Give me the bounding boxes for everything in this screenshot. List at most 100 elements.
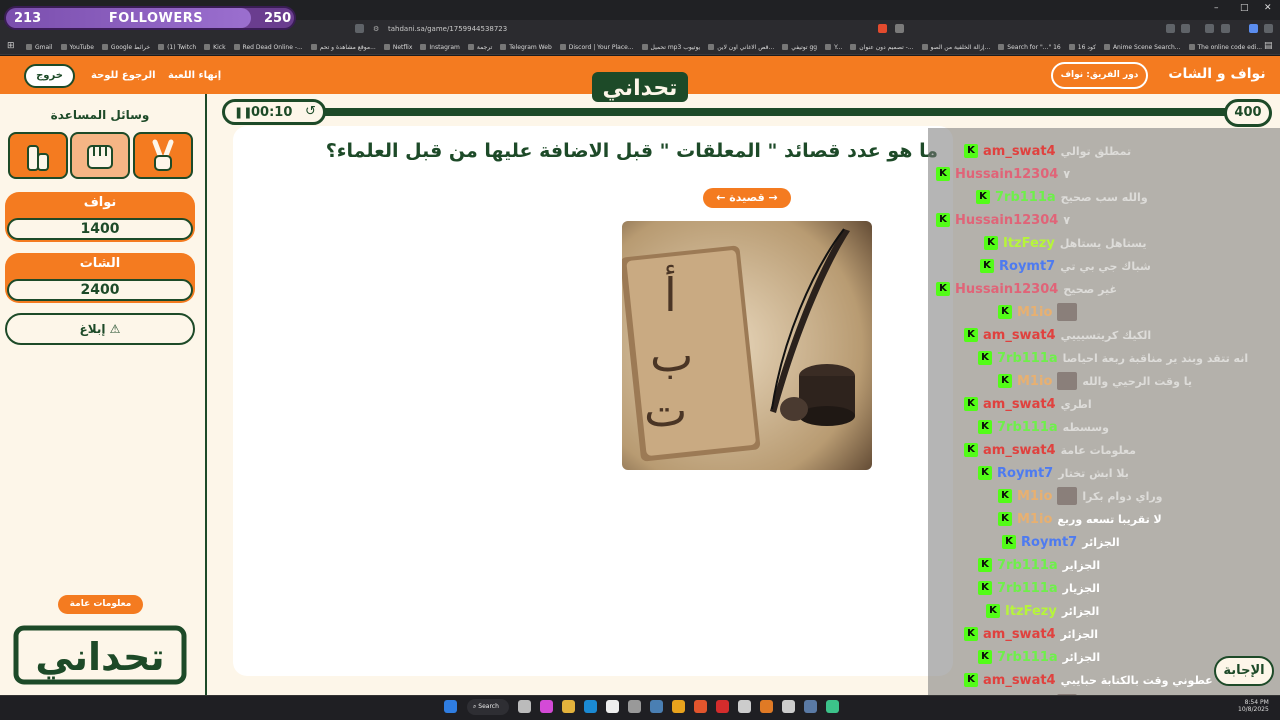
windows-start-icon[interactable]	[444, 700, 457, 713]
minimize-icon[interactable]: –	[1214, 3, 1219, 13]
bookmark-item[interactable]: قص الاغاني اون لاين...	[708, 44, 774, 51]
copilot-icon[interactable]	[540, 700, 553, 713]
chat-username[interactable]: 7rb111a	[997, 420, 1058, 435]
app-icon[interactable]	[716, 700, 729, 713]
help-tool-used[interactable]	[70, 132, 130, 179]
brave-icon[interactable]	[694, 700, 707, 713]
bookmark-item[interactable]: ترجمة	[467, 44, 492, 51]
chat-username[interactable]: am_swat4	[983, 443, 1056, 458]
bookmark-item[interactable]: Y...	[825, 44, 842, 51]
chat-username[interactable]: 7rb111a	[997, 650, 1058, 665]
help-tool-double-answer[interactable]	[133, 132, 193, 179]
bookmark-item[interactable]: Red Dead Online -...	[233, 44, 303, 51]
extension-icon[interactable]	[1166, 24, 1175, 33]
bookmark-item[interactable]: إزالة الخلفية من الصو...	[921, 44, 990, 51]
edge-icon[interactable]	[584, 700, 597, 713]
chat-emote-icon	[1057, 303, 1078, 321]
chat-username[interactable]: Roymt7	[997, 466, 1053, 481]
bookmark-item[interactable]: YouTube	[60, 44, 94, 51]
chat-username[interactable]: am_swat4	[983, 397, 1056, 412]
app-icon[interactable]	[804, 700, 817, 713]
rewards-icon[interactable]	[895, 24, 904, 33]
chat-username[interactable]: M1io	[1017, 512, 1052, 527]
chat-username[interactable]: 7rb111a	[995, 190, 1056, 205]
chat-username[interactable]: Hussain12304	[955, 282, 1058, 297]
taskbar-search[interactable]: ⌕ Search	[467, 699, 509, 715]
chat-username[interactable]: Roymt7	[999, 259, 1055, 274]
chat-username[interactable]: ItzFezy	[1005, 604, 1057, 619]
system-clock[interactable]: 8:54 PM 10/8/2025	[1238, 699, 1269, 713]
chat-message: K ItzFezy يستاهل يستاهل	[984, 234, 1146, 252]
chat-username[interactable]: M1io	[1017, 374, 1052, 389]
wallet-icon[interactable]	[1221, 24, 1230, 33]
maximize-icon[interactable]: □	[1240, 3, 1249, 13]
help-tool-call-friend[interactable]	[8, 132, 68, 179]
kick-badge-icon: K	[998, 512, 1012, 526]
bookmark-item[interactable]: موقع مشاهدة و تحم...	[310, 44, 376, 51]
obs-icon[interactable]	[738, 700, 751, 713]
app-icon[interactable]	[782, 700, 795, 713]
chat-message: K M1io لا تقريبا تسعه وربع	[998, 510, 1162, 528]
menu-icon[interactable]	[1264, 24, 1273, 33]
file-explorer-icon[interactable]	[562, 700, 575, 713]
all-bookmarks-icon[interactable]: ▤	[1264, 41, 1273, 51]
app-icon[interactable]	[826, 700, 839, 713]
url-text[interactable]: tahdani.sa/game/1759944538723	[388, 25, 507, 33]
bookmark-item[interactable]: Gmail	[26, 44, 53, 51]
chat-username[interactable]: am_swat4	[983, 328, 1056, 343]
bookmark-item[interactable]: The online code edi...	[1188, 44, 1262, 51]
report-button[interactable]: إبلاغ ⚠	[5, 313, 195, 345]
close-icon[interactable]: ✕	[1264, 3, 1272, 13]
back-to-board-button[interactable]: الرجوع للوحة	[91, 70, 156, 81]
bookmark-item[interactable]: Search for "..." 16	[998, 44, 1061, 51]
kick-badge-icon: K	[978, 420, 992, 434]
bookmark-item[interactable]: Telegram Web	[500, 44, 552, 51]
chat-username[interactable]: 7rb111a	[997, 581, 1058, 596]
end-game-button[interactable]: إنهاء اللعبة	[168, 70, 221, 81]
brave-shield-icon[interactable]	[878, 24, 887, 33]
call-hand-icon	[27, 144, 49, 171]
exit-button[interactable]: خروج	[24, 64, 75, 88]
reset-timer-icon[interactable]: ↺	[305, 104, 316, 119]
chat-username[interactable]: Roymt7	[1021, 535, 1077, 550]
bookmark-star-icon[interactable]	[355, 24, 364, 33]
apps-grid-icon[interactable]: ⊞	[7, 41, 15, 51]
task-view-icon[interactable]	[518, 700, 531, 713]
bookmark-item[interactable]: توتيفي gg	[782, 44, 817, 51]
chat-username[interactable]: Hussain12304	[955, 213, 1058, 228]
bookmark-item[interactable]: Netflix	[383, 44, 412, 51]
vpn-icon[interactable]	[1249, 24, 1258, 33]
chat-username[interactable]: ItzFezy	[1003, 236, 1055, 251]
chrome-icon[interactable]	[628, 700, 641, 713]
bookmark-item[interactable]: تحميل mp3 يوتيوب	[641, 44, 700, 51]
bookmark-item[interactable]: (1) Twitch	[158, 44, 196, 51]
bookmark-item[interactable]: Instagram	[420, 44, 460, 51]
bookmark-item[interactable]: Discord | Your Place...	[559, 44, 634, 51]
bookmark-item[interactable]: كود 16	[1068, 44, 1096, 51]
bookmark-item[interactable]: Anime Scene Search...	[1103, 44, 1181, 51]
answer-button[interactable]: الإجابة	[1214, 656, 1274, 686]
site-info-icon[interactable]: ⚙	[373, 25, 379, 33]
chat-username[interactable]: M1io	[1017, 305, 1052, 320]
chat-username[interactable]: am_swat4	[983, 673, 1056, 688]
bookmark-item[interactable]: تصميم دون عنوان -...	[850, 44, 914, 51]
chat-username[interactable]: Hussain12304	[955, 167, 1058, 182]
steam-icon[interactable]	[650, 700, 663, 713]
sidebar-toggle-icon[interactable]	[1205, 24, 1214, 33]
extension-icon[interactable]	[1181, 24, 1190, 33]
app-icon[interactable]	[672, 700, 685, 713]
tahdani-logo[interactable]: تحداني	[588, 66, 692, 106]
chat-username[interactable]: 7rb111a	[997, 351, 1058, 366]
chat-username[interactable]: am_swat4	[983, 627, 1056, 642]
kick-badge-icon: K	[964, 397, 978, 411]
bookmark-item[interactable]: Kick	[204, 44, 226, 51]
kick-badge-icon: K	[978, 558, 992, 572]
chat-username[interactable]: am_swat4	[983, 144, 1056, 159]
pause-icon[interactable]: ❚❚	[234, 106, 252, 119]
chat-username[interactable]: M1io	[1017, 489, 1052, 504]
app-icon[interactable]	[760, 700, 773, 713]
chat-message: K 7rb111a وسسطه	[978, 418, 1109, 436]
bookmark-item[interactable]: Google خرائط	[101, 44, 150, 51]
chat-username[interactable]: 7rb111a	[997, 558, 1058, 573]
store-icon[interactable]	[606, 700, 619, 713]
